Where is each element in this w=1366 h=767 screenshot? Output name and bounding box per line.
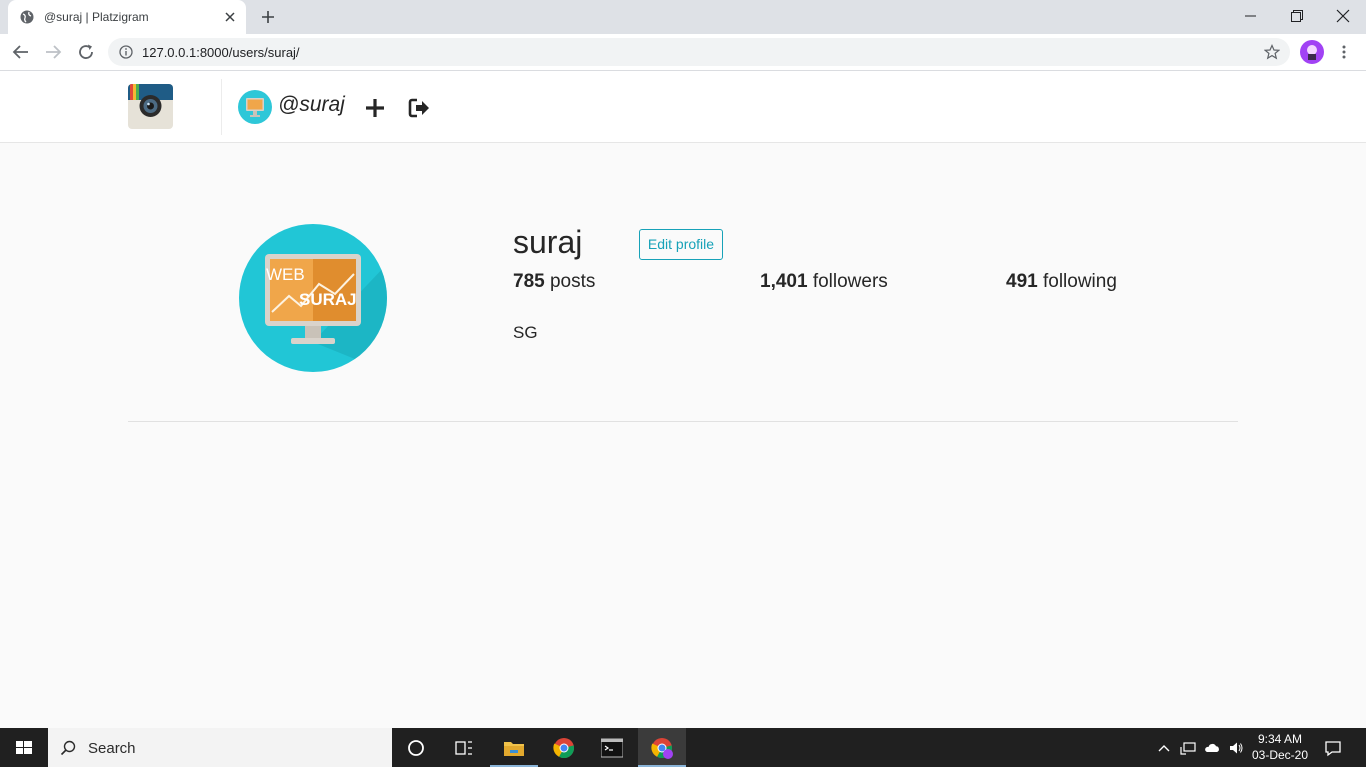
nav-divider: [221, 79, 222, 135]
task-view-button[interactable]: [440, 728, 488, 767]
profile-person-icon: [1307, 45, 1317, 60]
profile-name: suraj: [513, 224, 583, 260]
following-stat: 491 following: [1006, 271, 1117, 293]
profile-bio: SG: [513, 323, 538, 342]
task-view-icon: [455, 741, 472, 755]
clock-date: 03-Dec-20: [1251, 748, 1309, 762]
taskbar-chrome-profile[interactable]: [638, 728, 686, 767]
web-suraj-monitor-image: WEB SURAJ: [265, 254, 387, 372]
nav-user-avatar[interactable]: [238, 90, 272, 124]
chrome-profile-icon: [651, 738, 673, 759]
platzigram-logo[interactable]: [128, 84, 173, 129]
camera-logo-icon: [128, 84, 173, 129]
reload-icon[interactable]: [77, 43, 95, 61]
windows-logo-icon: [16, 741, 32, 754]
start-button[interactable]: [0, 728, 48, 767]
back-arrow-icon[interactable]: [12, 43, 30, 61]
taskbar-command-prompt[interactable]: [588, 728, 636, 767]
kebab-menu-icon[interactable]: [1336, 44, 1352, 60]
taskbar-chrome[interactable]: [540, 728, 588, 767]
site-navbar: @suraj: [0, 71, 1366, 143]
followers-stat: 1,401 followers: [760, 271, 888, 293]
posts-stat: 785 posts: [513, 271, 595, 293]
avatar-suraj-text: SURAJ: [299, 290, 357, 309]
followers-count: 1,401: [760, 271, 808, 292]
terminal-icon: [601, 738, 623, 758]
folder-icon: [504, 742, 524, 756]
taskbar-file-explorer[interactable]: [490, 728, 538, 767]
url-text[interactable]: 127.0.0.1:8000/users/suraj/: [142, 45, 300, 60]
windows-taskbar: Search 9:34 AM 03-Dec-20: [0, 728, 1366, 767]
close-tab-icon[interactable]: [222, 9, 238, 25]
logout-icon[interactable]: [408, 97, 431, 119]
search-icon: [60, 740, 76, 756]
following-label: following: [1037, 271, 1117, 292]
profile-picture: WEB SURAJ: [239, 224, 387, 372]
avatar-web-text: WEB: [266, 265, 305, 284]
info-icon[interactable]: [119, 45, 133, 59]
window-close-icon[interactable]: [1335, 8, 1351, 24]
show-hidden-icons-chevron-icon[interactable]: [1156, 740, 1172, 756]
volume-icon[interactable]: [1228, 740, 1244, 756]
nav-username-link[interactable]: @suraj: [278, 93, 345, 117]
posts-count: 785: [513, 271, 545, 292]
restore-icon[interactable]: [1289, 8, 1305, 24]
new-post-plus-icon[interactable]: [364, 97, 386, 119]
system-clock[interactable]: 9:34 AM 03-Dec-20: [1246, 731, 1314, 763]
forward-arrow-icon[interactable]: [44, 43, 62, 61]
new-tab-icon[interactable]: [260, 9, 276, 25]
network-icon[interactable]: [1180, 740, 1196, 756]
taskbar-search-box[interactable]: Search: [48, 728, 392, 767]
chrome-icon: [553, 738, 575, 759]
edit-profile-button[interactable]: Edit profile: [639, 229, 723, 260]
following-count: 491: [1006, 271, 1038, 292]
cortana-button[interactable]: [392, 728, 440, 767]
onedrive-cloud-icon[interactable]: [1204, 740, 1220, 756]
posts-label: posts: [544, 271, 596, 292]
minimize-icon[interactable]: [1243, 8, 1259, 24]
action-center-icon[interactable]: [1324, 739, 1342, 757]
browser-titlebar: @suraj | Platzigram: [0, 0, 1366, 34]
browser-profile-avatar[interactable]: [1300, 40, 1324, 64]
address-bar[interactable]: 127.0.0.1:8000/users/suraj/: [108, 38, 1290, 66]
cortana-circle-icon: [408, 740, 424, 756]
globe-icon: [20, 10, 34, 24]
taskbar-search-placeholder: Search: [88, 740, 136, 757]
bookmark-star-icon[interactable]: [1264, 44, 1280, 60]
content-divider: [128, 421, 1238, 422]
browser-tab[interactable]: @suraj | Platzigram: [8, 0, 246, 34]
followers-label: followers: [807, 271, 888, 292]
clock-time: 9:34 AM: [1257, 732, 1303, 746]
monitor-avatar-icon: [246, 98, 264, 117]
browser-toolbar: 127.0.0.1:8000/users/suraj/: [0, 34, 1366, 71]
tab-title: @suraj | Platzigram: [44, 10, 149, 24]
